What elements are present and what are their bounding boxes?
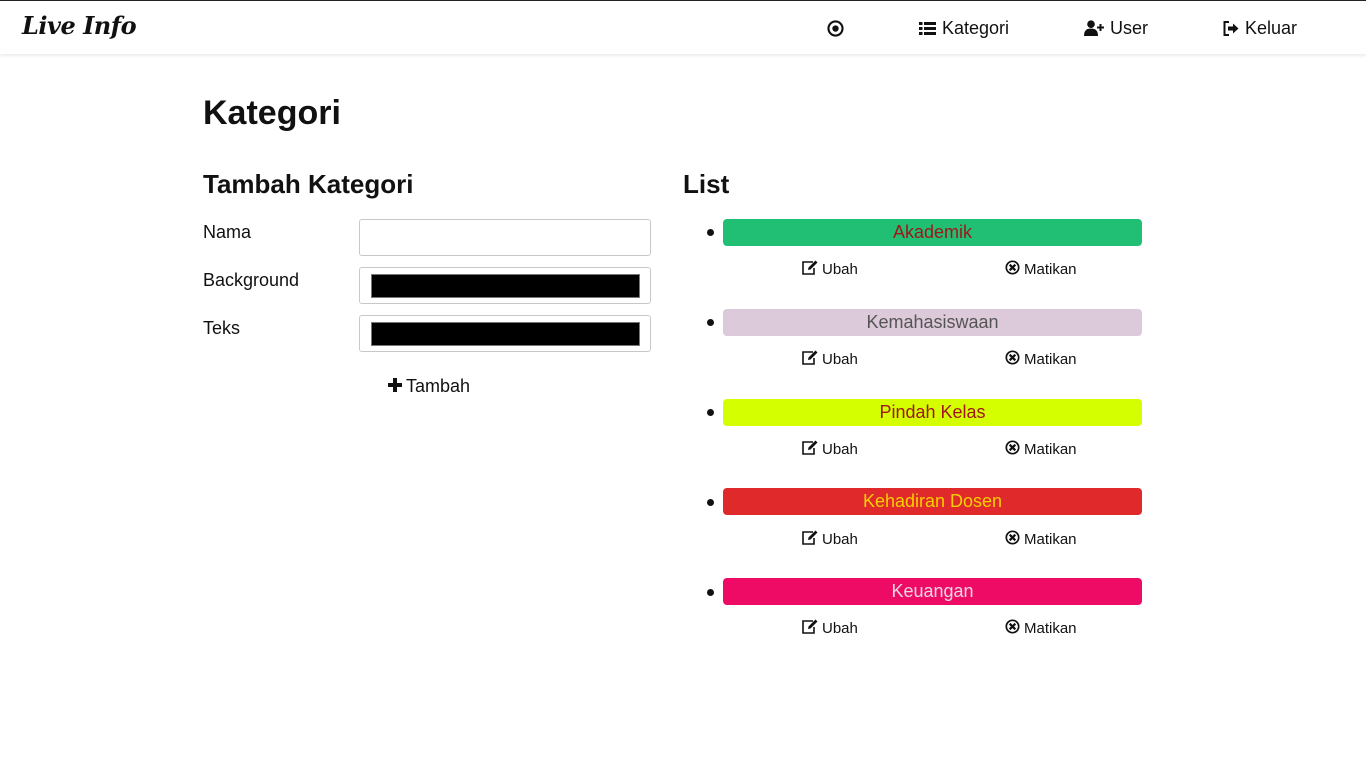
nama-label: Nama: [203, 222, 252, 242]
nav-keluar-label: Keluar: [1245, 17, 1298, 38]
background-color-input[interactable]: [359, 267, 651, 304]
category-badge: Akademik: [723, 219, 1142, 246]
list-bullet: [707, 229, 714, 236]
edit-icon: [801, 440, 818, 459]
page-title: Kategori: [203, 94, 341, 132]
ubah-label: Ubah: [822, 620, 858, 637]
matikan-label: Matikan: [1024, 441, 1077, 458]
brand-logo[interactable]: Live Info: [22, 11, 137, 40]
matikan-button[interactable]: Matikan: [1005, 260, 1077, 279]
teks-label: Teks: [203, 318, 241, 338]
list-icon: [919, 21, 936, 36]
navbar: Live Info Kategori User Keluar: [0, 0, 1366, 54]
list-bullet: [707, 589, 714, 596]
ubah-label: Ubah: [822, 531, 858, 548]
nama-input[interactable]: [359, 219, 651, 256]
teks-color-input[interactable]: [359, 315, 651, 352]
matikan-button[interactable]: Matikan: [1005, 350, 1077, 369]
category-badge: Kehadiran Dosen: [723, 488, 1142, 515]
list-bullet: [707, 319, 714, 326]
matikan-button[interactable]: Matikan: [1005, 619, 1077, 638]
edit-icon: [801, 260, 818, 279]
teks-color-swatch: [371, 322, 640, 346]
form-title: Tambah Kategori: [203, 169, 414, 199]
tambah-button[interactable]: Tambah: [388, 376, 470, 397]
category-badge: Keuangan: [723, 578, 1142, 605]
nav-kategori[interactable]: Kategori: [919, 17, 1009, 39]
matikan-label: Matikan: [1024, 531, 1077, 548]
times-circle-icon: [1005, 530, 1020, 549]
edit-icon: [801, 350, 818, 369]
times-circle-icon: [1005, 260, 1020, 279]
nav-user-label: User: [1110, 17, 1149, 38]
times-circle-icon: [1005, 350, 1020, 369]
ubah-button[interactable]: Ubah: [801, 619, 858, 638]
user-plus-icon: [1084, 20, 1104, 36]
ubah-button[interactable]: Ubah: [801, 350, 858, 369]
times-circle-icon: [1005, 619, 1020, 638]
dot-circle-icon: [827, 19, 844, 37]
category-badge: Kemahasiswaan: [723, 309, 1142, 336]
edit-icon: [801, 530, 818, 549]
matikan-label: Matikan: [1024, 261, 1077, 278]
nav-kategori-label: Kategori: [942, 17, 1010, 38]
matikan-label: Matikan: [1024, 351, 1077, 368]
plus-icon: [388, 376, 402, 397]
nav-user[interactable]: User: [1084, 17, 1148, 39]
ubah-button[interactable]: Ubah: [801, 530, 858, 549]
list-bullet: [707, 499, 714, 506]
matikan-button[interactable]: Matikan: [1005, 440, 1077, 459]
list-title: List: [683, 169, 730, 199]
matikan-button[interactable]: Matikan: [1005, 530, 1077, 549]
nav-home[interactable]: [827, 17, 844, 39]
ubah-label: Ubah: [822, 441, 858, 458]
nav-keluar[interactable]: Keluar: [1223, 17, 1297, 39]
edit-icon: [801, 619, 818, 638]
ubah-button[interactable]: Ubah: [801, 260, 858, 279]
ubah-button[interactable]: Ubah: [801, 440, 858, 459]
times-circle-icon: [1005, 440, 1020, 459]
background-color-swatch: [371, 274, 640, 298]
ubah-label: Ubah: [822, 351, 858, 368]
tambah-button-label: Tambah: [406, 376, 471, 396]
list-bullet: [707, 409, 714, 416]
ubah-label: Ubah: [822, 261, 858, 278]
category-badge: Pindah Kelas: [723, 399, 1142, 426]
sign-out-icon: [1223, 20, 1239, 36]
matikan-label: Matikan: [1024, 620, 1077, 637]
background-label: Background: [203, 270, 300, 290]
